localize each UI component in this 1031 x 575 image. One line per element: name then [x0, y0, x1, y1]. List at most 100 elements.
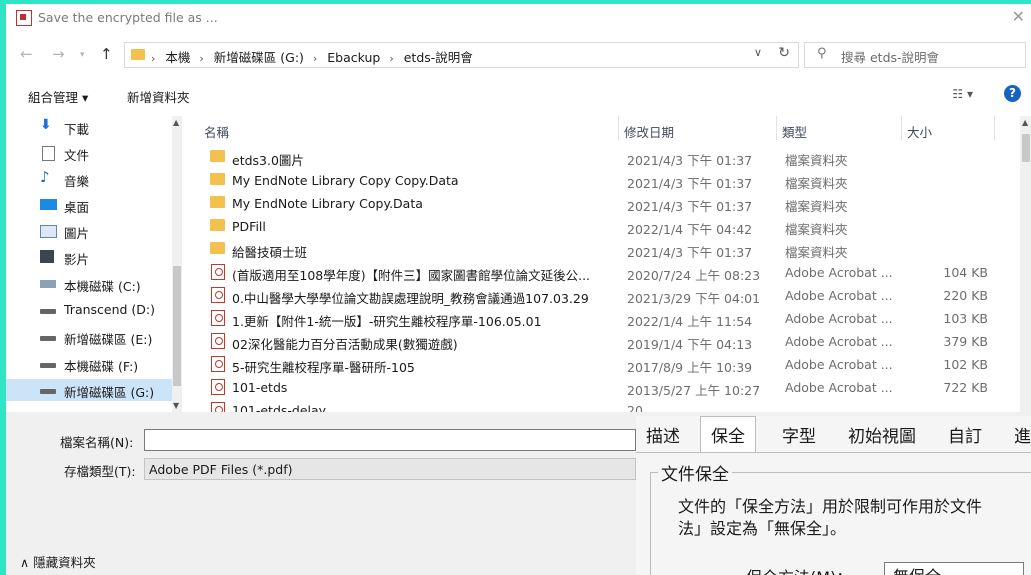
table-row[interactable]: 02深化醫能力百分百活動成果(數獨遊戲) 2019/1/4 下午 04:13 Ado…	[186, 330, 1018, 353]
table-row[interactable]: (首版適用至108學年度)【附件三】國家圖書館學位論文延後公... 2020/7/…	[186, 261, 1018, 284]
file-type: 檔案資料夾	[785, 153, 848, 168]
tab-advanced[interactable]: 進	[1014, 422, 1031, 447]
breadcrumb-item[interactable]: 新增磁碟區 (G:)	[214, 50, 304, 65]
address-bar[interactable]: › 本機 › 新增磁碟區 (G:) › Ebackup › etds-說明會 ∨…	[124, 42, 799, 68]
folder-icon	[210, 242, 225, 254]
table-row[interactable]: 給醫技碩士班 2021/4/3 下午 01:37 檔案資料夾	[186, 238, 1018, 261]
column-header-size[interactable]: 大小	[907, 122, 932, 141]
column-header-type[interactable]: 類型	[782, 122, 807, 141]
file-date: 2022/1/4 上午 11:54	[627, 314, 753, 329]
nav-item-drive-d[interactable]: Transcend (D:)	[6, 299, 172, 321]
breadcrumb-item[interactable]: etds-說明會	[404, 50, 473, 65]
document-properties-panel: 描述 保全 字型 初始視圖 自訂 進 文件保全 文件的「保全方法」用於限制可作用…	[636, 416, 1031, 575]
file-list-scrollbar[interactable]: ▲	[1020, 116, 1031, 412]
table-row[interactable]: My EndNote Library Copy Copy.Data 2021/4/…	[186, 169, 1018, 192]
nav-item-documents[interactable]: 文件	[6, 142, 172, 164]
close-icon[interactable]: ✕	[1012, 7, 1025, 26]
column-header-date[interactable]: 修改日期	[624, 122, 674, 141]
documents-icon	[42, 146, 55, 161]
file-name: 5-研究生離校程序單-醫研所-105	[232, 360, 415, 375]
file-type: Adobe Acrobat ...	[785, 334, 893, 349]
back-arrow-icon[interactable]: ←	[20, 45, 33, 63]
search-input[interactable]: ⚲ 搜尋 etds-說明會	[804, 42, 1026, 68]
column-divider[interactable]	[994, 116, 995, 140]
tab-fonts[interactable]: 字型	[782, 422, 816, 447]
nav-item-label: Transcend (D:)	[64, 302, 156, 317]
column-name-label: 名稱	[204, 125, 230, 140]
table-row[interactable]: 1.更新【附件1-統一版】-研究生離校程序單-106.05.01 2022/1/4…	[186, 307, 1018, 330]
address-row: ← → ▾ ↑ › 本機 › 新增磁碟區 (G:) › Ebackup › et…	[6, 40, 1031, 70]
file-date: 2021/4/3 下午 01:37	[627, 199, 753, 214]
search-icon: ⚲	[817, 46, 827, 61]
new-folder-button[interactable]: 新增資料夾	[127, 87, 190, 106]
security-description: 文件的「保全方法」用於限制可作用於文件 法」設定為「無保全」。	[678, 496, 1031, 540]
hide-folders-button[interactable]: ∧ 隱藏資料夾	[20, 552, 96, 571]
nav-item-label: 音樂	[64, 174, 90, 189]
pdf-file-icon	[211, 287, 225, 303]
file-name: 0.中山醫學大學學位論文勘誤處理說明_教務會議通過107.03.29	[232, 291, 589, 306]
videos-icon	[40, 250, 54, 263]
file-name: My EndNote Library Copy Copy.Data	[232, 173, 459, 188]
scroll-thumb[interactable]	[173, 266, 181, 386]
filetype-select[interactable]: Adobe PDF Files (*.pdf)	[144, 458, 636, 480]
table-row[interactable]: 0.中山醫學大學學位論文勘誤處理說明_教務會議通過107.03.29 2021/3…	[186, 284, 1018, 307]
window-title: Save the encrypted file as ...	[38, 10, 218, 25]
nav-item-label: 本機磁碟 (C:)	[64, 279, 141, 294]
table-row[interactable]: etds3.0圖片 2021/4/3 下午 01:37 檔案資料夾	[186, 146, 1018, 169]
sort-caret-icon: ^	[399, 116, 407, 122]
breadcrumb-item[interactable]: Ebackup	[327, 50, 380, 65]
file-name: 1.更新【附件1-統一版】-研究生離校程序單-106.05.01	[232, 314, 542, 329]
table-row[interactable]: 5-研究生離校程序單-醫研所-105 2017/8/9 上午 10:39 Adobe…	[186, 353, 1018, 376]
nav-item-drive-e[interactable]: 新增磁碟區 (E:)	[6, 326, 172, 348]
scroll-down-icon[interactable]: ▼	[173, 401, 179, 410]
organize-button[interactable]: 組合管理 ▾	[28, 87, 88, 106]
nav-item-drive-c[interactable]: 本機磁碟 (C:)	[6, 273, 172, 295]
tab-security[interactable]: 保全	[700, 416, 756, 452]
view-options-icon[interactable]: ☷ ▾	[952, 87, 973, 101]
nav-item-music[interactable]: ♪ 音樂	[6, 168, 172, 190]
desktop-icon	[40, 199, 57, 210]
file-size: 722 KB	[943, 380, 988, 395]
security-method-select[interactable]: 無保全	[884, 562, 1024, 575]
table-row[interactable]: 101-etds 2013/5/27 上午 10:27 Adobe Acrobat …	[186, 376, 1018, 399]
refresh-icon[interactable]: ↻	[778, 45, 790, 61]
breadcrumb: › 本機 › 新增磁碟區 (G:) › Ebackup › etds-說明會	[151, 50, 473, 65]
filename-field[interactable]	[144, 429, 636, 451]
download-icon: ⬇	[40, 117, 52, 133]
nav-item-videos[interactable]: 影片	[6, 246, 172, 268]
nav-item-downloads[interactable]: ⬇ 下載	[6, 116, 172, 138]
scroll-up-icon[interactable]: ▲	[1022, 118, 1028, 127]
nav-item-pictures[interactable]: 圖片	[6, 220, 172, 242]
filetype-label: 存檔類型(T):	[64, 464, 136, 479]
help-icon[interactable]: ?	[1004, 85, 1021, 102]
tab-custom[interactable]: 自訂	[948, 422, 982, 447]
nav-item-desktop[interactable]: 桌面	[6, 194, 172, 216]
tab-initial-view[interactable]: 初始視圖	[848, 422, 916, 447]
column-divider[interactable]	[776, 116, 777, 140]
table-row[interactable]: My EndNote Library Copy.Data 2021/4/3 下午 …	[186, 192, 1018, 215]
tab-description[interactable]: 描述	[646, 422, 680, 447]
nav-item-drive-g[interactable]: 新增磁碟區 (G:)	[6, 379, 172, 401]
scroll-thumb[interactable]	[1022, 134, 1030, 162]
file-date: 2021/4/3 下午 01:37	[627, 176, 753, 191]
column-header-name[interactable]: 名稱	[204, 122, 229, 141]
file-name: 101-etds	[232, 380, 288, 395]
drive-icon	[40, 336, 56, 341]
file-date: 2021/4/3 下午 01:37	[627, 153, 753, 168]
nav-item-label: 桌面	[64, 200, 90, 215]
file-type: 檔案資料夾	[785, 199, 848, 214]
scroll-up-icon[interactable]: ▲	[173, 118, 179, 127]
nav-item-drive-f[interactable]: 本機磁碟 (F:)	[6, 353, 172, 375]
table-row[interactable]: 101-etds-delay 20	[186, 399, 1018, 412]
column-divider[interactable]	[901, 116, 902, 140]
up-arrow-icon[interactable]: ↑	[100, 45, 113, 63]
breadcrumb-item[interactable]: 本機	[165, 50, 190, 65]
table-row[interactable]: PDFill 2022/1/4 下午 04:42 檔案資料夾	[186, 215, 1018, 238]
chevron-down-icon[interactable]: ∨	[754, 46, 762, 59]
nav-scrollbar[interactable]: ▲ ▼	[172, 116, 182, 412]
drive-icon	[40, 280, 56, 288]
forward-arrow-icon[interactable]: →	[52, 45, 65, 63]
folder-icon	[210, 196, 225, 208]
recent-chevron-icon[interactable]: ▾	[80, 50, 85, 60]
column-divider[interactable]	[618, 116, 619, 140]
